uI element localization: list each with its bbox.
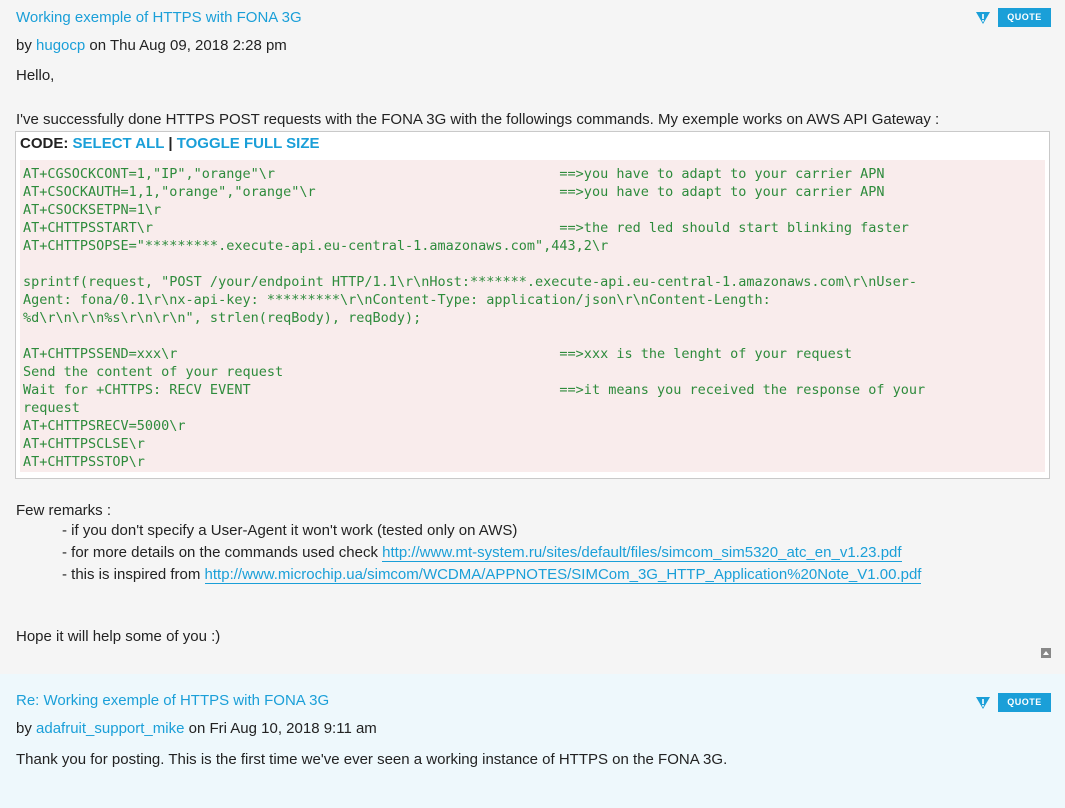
code-block: CODE: SELECT ALL | TOGGLE FULL SIZE AT+C… [15,131,1050,479]
closing-text: Hope it will help some of you :) [16,628,221,645]
remarks-list: - if you don't specify a User-Agent it w… [62,520,922,586]
by-label: by [16,720,32,737]
report-icon[interactable] [976,11,990,25]
post-actions: QUOTE [976,693,1051,712]
remarks-title: Few remarks : [16,502,112,519]
post-byline: by adafruit_support_mike on Fri Aug 10, … [16,720,377,737]
post-date: on Fri Aug 10, 2018 9:11 am [188,720,377,737]
toggle-full-size-link[interactable]: TOGGLE FULL SIZE [177,135,320,152]
remark-text: - this is inspired from [62,566,205,583]
remark-text: - if you don't specify a User-Agent it w… [62,522,518,539]
code-content: AT+CGSOCKCONT=1,"IP","orange"\r ==>you h… [23,166,926,470]
report-icon[interactable] [976,696,990,710]
author-link[interactable]: adafruit_support_mike [36,720,184,737]
code-label: CODE: [20,135,69,152]
post-title[interactable]: Working exemple of HTTPS with FONA 3G [16,9,302,26]
code-header: CODE: SELECT ALL | TOGGLE FULL SIZE [16,132,1049,156]
remark-link[interactable]: http://www.microchip.ua/simcom/WCDMA/APP… [204,566,922,584]
post-2: Re: Working exemple of HTTPS with FONA 3… [0,674,1065,808]
quote-button[interactable]: QUOTE [998,8,1051,27]
post-actions: QUOTE [976,8,1051,27]
post-body: Thank you for posting. This is the first… [16,751,728,768]
code-area[interactable]: AT+CGSOCKCONT=1,"IP","orange"\r ==>you h… [20,160,1045,472]
greeting-text: Hello, [16,67,55,84]
author-link[interactable]: hugocp [36,37,85,54]
remark-item: - this is inspired from http://www.micro… [62,564,922,586]
code-separator: | [168,135,173,152]
remark-item: - for more details on the commands used … [62,542,921,564]
remark-item: - if you don't specify a User-Agent it w… [62,520,921,542]
remark-text: - for more details on the commands used … [62,544,383,561]
post-title[interactable]: Re: Working exemple of HTTPS with FONA 3… [16,692,329,709]
back-to-top-icon[interactable] [1041,648,1051,658]
post-1: Working exemple of HTTPS with FONA 3G QU… [0,0,1065,674]
select-all-link[interactable]: SELECT ALL [73,135,165,152]
quote-button[interactable]: QUOTE [998,693,1051,712]
post-date: on Thu Aug 09, 2018 2:28 pm [89,37,287,54]
post-byline: by hugocp on Thu Aug 09, 2018 2:28 pm [16,37,287,54]
intro-text: I've successfully done HTTPS POST reques… [16,111,940,128]
remark-link[interactable]: http://www.mt-system.ru/sites/default/fi… [382,544,902,562]
by-label: by [16,37,32,54]
